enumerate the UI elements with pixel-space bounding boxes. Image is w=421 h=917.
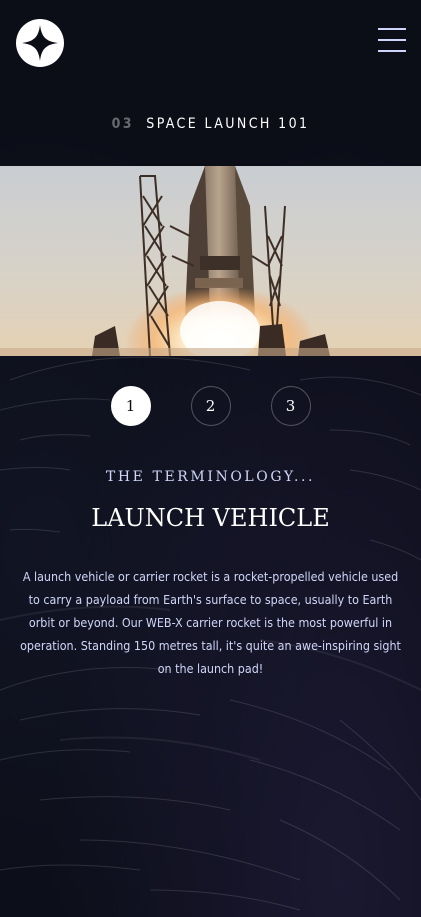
rocket-launch-image — [0, 166, 421, 356]
step-navigation: 1 2 3 — [0, 386, 421, 426]
page-heading: 03 SPACE LAUNCH 101 — [0, 116, 421, 132]
step-button-2[interactable]: 2 — [190, 386, 231, 426]
site-header — [0, 0, 421, 90]
page-number: 03 — [111, 116, 134, 132]
vehicle-description: A launch vehicle or carrier rocket is a … — [20, 569, 401, 676]
step-button-1[interactable]: 1 — [110, 386, 151, 426]
star-logo-icon[interactable] — [16, 19, 64, 67]
page-title: SPACE LAUNCH 101 — [146, 116, 310, 132]
vehicle-title: LAUNCH VEHICLE — [91, 504, 330, 532]
terminology-eyebrow: THE TERMINOLOGY... — [105, 469, 316, 485]
hamburger-menu-icon[interactable] — [378, 28, 406, 52]
star-trails-background — [0, 0, 421, 917]
step-button-3[interactable]: 3 — [270, 386, 311, 426]
